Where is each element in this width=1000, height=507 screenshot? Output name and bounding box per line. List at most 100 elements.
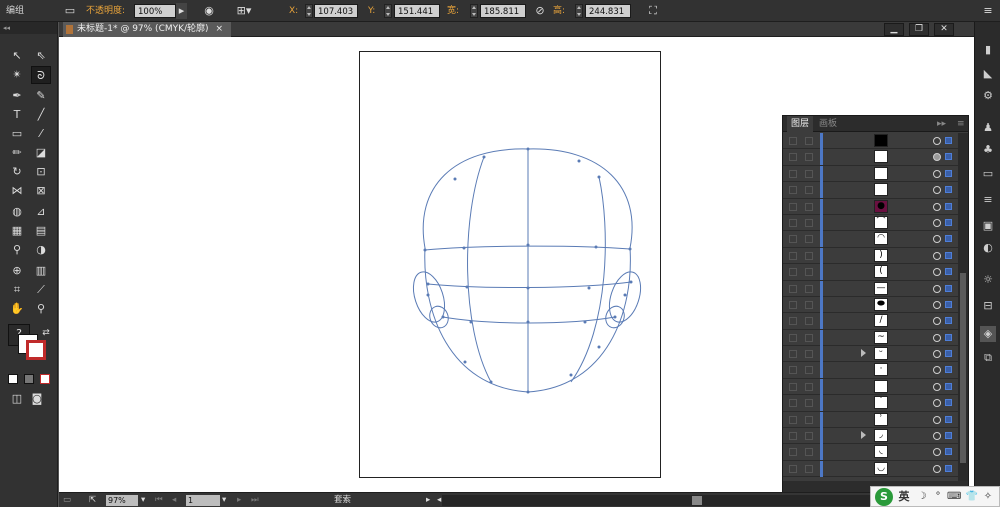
tab-artboards[interactable]: 画板: [815, 116, 841, 132]
transform-icon[interactable]: ⛶: [645, 3, 661, 19]
ime-skin-icon[interactable]: 👕: [965, 487, 979, 506]
rotate-tool-icon[interactable]: ↻: [7, 163, 27, 181]
target-icon[interactable]: [933, 300, 941, 309]
selection-indicator[interactable]: [945, 202, 952, 210]
target-icon[interactable]: [933, 317, 941, 326]
layer-row[interactable]: ʾ: [783, 411, 958, 429]
opacity-dropdown-icon[interactable]: ▸: [176, 3, 187, 19]
selection-indicator[interactable]: [945, 366, 952, 374]
lock-toggle[interactable]: [805, 350, 813, 359]
eyedropper-tool-icon[interactable]: ⚲: [7, 241, 27, 259]
lock-toggle[interactable]: [805, 300, 813, 309]
zoom-dropdown-icon[interactable]: ▾: [141, 493, 145, 507]
layer-row[interactable]: ●: [783, 198, 958, 215]
selection-indicator[interactable]: [945, 432, 952, 440]
selection-indicator[interactable]: [945, 218, 952, 226]
export-icon[interactable]: ⇱: [89, 493, 96, 507]
target-icon[interactable]: [933, 251, 941, 260]
stroke-swatch[interactable]: [26, 340, 46, 360]
layer-row[interactable]: ◞: [783, 428, 958, 445]
lock-toggle[interactable]: [805, 284, 813, 293]
selection-indicator[interactable]: [945, 169, 952, 177]
visibility-toggle[interactable]: [789, 251, 797, 260]
shape-builder-tool-icon[interactable]: ◍: [7, 203, 27, 221]
status-icon-left[interactable]: ▭: [63, 493, 71, 507]
direct-selection-tool-icon[interactable]: ⇖: [31, 47, 51, 65]
visibility-toggle[interactable]: [789, 382, 797, 391]
stroke-panel-icon[interactable]: ≡: [980, 192, 996, 208]
lock-toggle[interactable]: [805, 186, 813, 195]
selection-indicator[interactable]: [945, 415, 952, 423]
visibility-toggle[interactable]: [789, 317, 797, 326]
lock-toggle[interactable]: [805, 251, 813, 260]
screen-mode-icon[interactable]: ◙: [27, 390, 47, 408]
transparency-icon[interactable]: ◐: [980, 240, 996, 256]
y-input[interactable]: 151.441 m: [394, 4, 440, 31]
selection-indicator[interactable]: [945, 333, 952, 341]
target-icon[interactable]: [933, 137, 941, 145]
ime-keyboard-icon[interactable]: ⌨: [947, 487, 961, 506]
artboard-number-input[interactable]: 1: [186, 495, 220, 506]
color-guide-icon[interactable]: ◣: [980, 66, 996, 82]
layer-row[interactable]: [783, 378, 958, 396]
graphic-styles-icon[interactable]: ▭: [980, 166, 996, 182]
layer-row[interactable]: ◟: [783, 444, 958, 461]
zoom-input[interactable]: 97%: [106, 495, 138, 506]
curvature-tool-icon[interactable]: ✎: [31, 87, 51, 105]
hand-tool-icon[interactable]: ✋: [7, 300, 27, 318]
visibility-toggle[interactable]: [789, 153, 797, 162]
target-icon[interactable]: [933, 153, 941, 162]
zoom-tool-icon[interactable]: ⚲: [31, 300, 51, 318]
rectangle-tool-icon[interactable]: ▭: [7, 125, 27, 143]
lock-toggle[interactable]: [805, 235, 813, 244]
target-icon[interactable]: [933, 399, 941, 408]
lock-toggle[interactable]: [805, 268, 813, 277]
layer-row[interactable]: ~: [783, 329, 958, 347]
layer-row[interactable]: ∕: [783, 313, 958, 330]
visibility-toggle[interactable]: [789, 218, 797, 227]
lock-toggle[interactable]: [805, 153, 813, 162]
next-artboard-icon[interactable]: ▸: [237, 493, 241, 507]
ime-halfwidth-icon[interactable]: ☽: [915, 487, 929, 506]
visibility-toggle[interactable]: [789, 448, 797, 457]
lock-toggle[interactable]: [805, 366, 813, 375]
eraser-tool-icon[interactable]: ◪: [31, 144, 51, 162]
target-icon[interactable]: [933, 432, 941, 441]
swatches-icon[interactable]: ⚙: [980, 88, 996, 104]
layer-row[interactable]: ◡: [783, 460, 958, 478]
appearance-icon[interactable]: ☼: [980, 272, 996, 288]
visibility-toggle[interactable]: [789, 137, 797, 145]
target-icon[interactable]: [933, 218, 941, 227]
selection-indicator[interactable]: [945, 399, 952, 407]
x-stepper[interactable]: [305, 4, 313, 18]
selection-indicator[interactable]: [945, 317, 952, 325]
layers-scrollbar[interactable]: [958, 133, 968, 481]
ime-language-toggle[interactable]: 英: [897, 487, 911, 506]
pen-tool-icon[interactable]: ✒: [7, 87, 27, 105]
target-icon[interactable]: [933, 350, 941, 359]
visibility-toggle[interactable]: [789, 169, 797, 178]
selection-indicator[interactable]: [945, 350, 952, 358]
lock-toggle[interactable]: [805, 169, 813, 178]
control-bar-menu-icon[interactable]: ≡: [981, 3, 995, 19]
color-mode-icon[interactable]: [8, 374, 18, 384]
target-icon[interactable]: [933, 268, 941, 277]
sogou-logo-icon[interactable]: S: [875, 488, 893, 506]
selection-indicator[interactable]: [945, 137, 952, 144]
y-stepper[interactable]: [384, 4, 392, 18]
target-icon[interactable]: [933, 202, 941, 211]
selection-indicator[interactable]: [945, 235, 952, 243]
pencil-tool-icon[interactable]: ✏: [7, 144, 27, 162]
reference-point-icon[interactable]: ⊞▾: [232, 3, 256, 19]
close-button[interactable]: ✕: [934, 23, 954, 36]
color-panel-icon[interactable]: ▮: [980, 42, 996, 58]
document-tab[interactable]: 未标题-1* @ 97% (CMYK/轮廓) ×: [63, 22, 231, 37]
visibility-toggle[interactable]: [789, 235, 797, 244]
layer-row[interactable]: ˙: [783, 395, 958, 412]
artboard-dropdown-icon[interactable]: ▾: [222, 493, 226, 507]
align-icon[interactable]: ⊟: [980, 298, 996, 314]
selection-indicator[interactable]: [945, 268, 952, 276]
previous-artboard-icon[interactable]: ◂: [172, 493, 176, 507]
document-tab-close-icon[interactable]: ×: [215, 24, 223, 34]
visibility-toggle[interactable]: [789, 464, 797, 473]
